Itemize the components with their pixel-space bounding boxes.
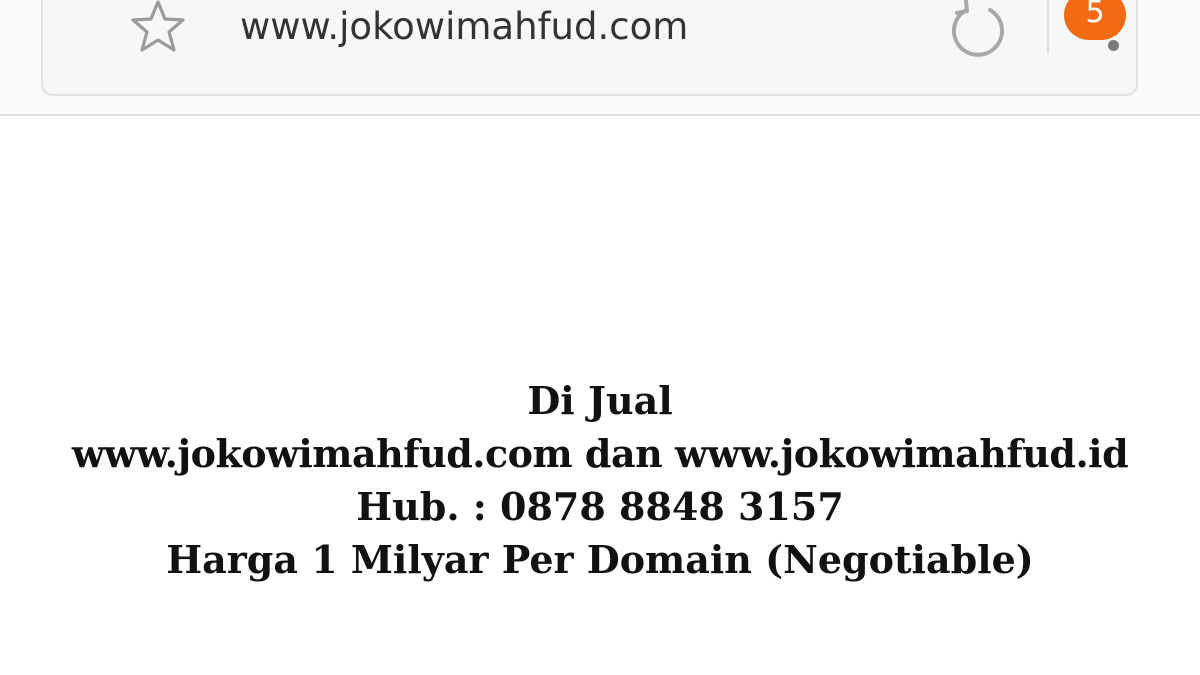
price-line: Harga 1 Milyar Per Domain (Negotiable)	[166, 537, 1034, 582]
browser-toolbar: www.jokowimahfud.com 5	[0, 0, 1200, 116]
heading-di-jual: Di Jual	[527, 378, 673, 423]
domains-line: www.jokowimahfud.com dan www.jokowimahfu…	[71, 431, 1129, 476]
address-bar[interactable]: www.jokowimahfud.com	[41, 0, 1138, 96]
toolbar-divider	[1047, 0, 1049, 54]
contact-line: Hub. : 0878 8848 3157	[356, 484, 844, 529]
menu-dot	[1108, 40, 1119, 51]
page-content: Di Jual www.jokowimahfud.com dan www.jok…	[0, 374, 1200, 586]
url-text[interactable]: www.jokowimahfud.com	[240, 4, 688, 50]
notification-badge[interactable]: 5	[1064, 0, 1126, 40]
reload-icon[interactable]	[946, 0, 1010, 60]
star-icon[interactable]	[127, 0, 189, 58]
